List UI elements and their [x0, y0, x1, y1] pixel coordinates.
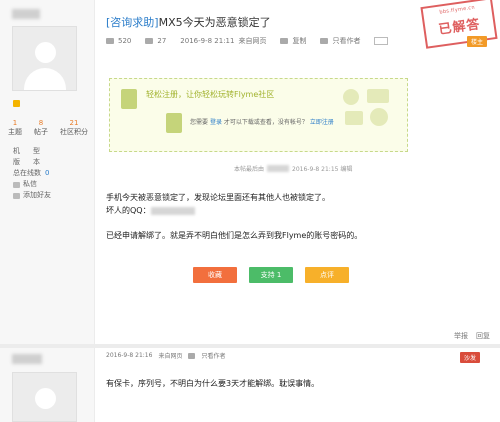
copy-icon [280, 38, 289, 44]
jump-floor-input[interactable] [374, 37, 389, 45]
lock-icon [121, 89, 137, 109]
author-icon [188, 352, 196, 359]
reply-author-only-link[interactable]: 只看作者 [201, 351, 225, 360]
report-link[interactable]: 举报 [454, 331, 468, 341]
reply-username-blurred[interactable] [12, 354, 42, 364]
stat-topics[interactable]: 1 主题 [8, 119, 22, 137]
level-icon [13, 100, 20, 107]
login-hint: 您需要 登录 才可以下载或查看，没有帐号？ 立即注册 [190, 119, 334, 126]
edit-note: 本帖最后由 2016-9-8 21:15 编辑 [234, 165, 353, 173]
copy-link[interactable]: 复制 [292, 36, 306, 46]
support-button[interactable]: 支持 1 [249, 267, 293, 283]
post-title: [咨询求助]MX5今天为恶意锁定了 [106, 16, 271, 29]
online-time: 总在线数 0 [13, 169, 50, 177]
login-headline[interactable]: 轻松注册，让你轻松玩转Flyme社区 [146, 89, 274, 100]
avatar[interactable] [12, 26, 77, 91]
post-divider [0, 344, 500, 348]
login-link[interactable]: 登录 [210, 119, 222, 126]
stat-posts[interactable]: 8 帖子 [34, 119, 48, 137]
views-icon [106, 38, 114, 44]
message-icon [13, 181, 20, 188]
user-sidebar: 1 主题 8 帖子 21 社区积分 机型 版本 总在线数 0 私信 添加好友 [0, 0, 95, 422]
register-link[interactable]: 立即注册 [310, 119, 334, 126]
stat-points[interactable]: 21 社区积分 [60, 119, 88, 137]
profile-row: 机型 [13, 147, 40, 155]
add-friend-icon [13, 192, 20, 199]
replies-icon [145, 38, 154, 44]
category-tag[interactable]: [咨询求助] [106, 16, 159, 29]
social-icons-decoration [343, 89, 389, 126]
message-link[interactable]: 私信 [13, 179, 65, 190]
username-blurred[interactable] [12, 9, 40, 19]
reply-avatar-head [35, 388, 56, 409]
favorite-button[interactable]: 收藏 [193, 267, 237, 283]
reply-content: 有保卡，序列号，不明白为什么要3天才能解绑。耽误事情。 [106, 379, 320, 388]
add-friend-link[interactable]: 添加好友 [13, 190, 65, 201]
rate-button[interactable]: 点评 [305, 267, 349, 283]
user-stats: 1 主题 8 帖子 21 社区积分 [8, 119, 88, 137]
profile-row: 版本 [13, 158, 40, 166]
avatar-body [23, 68, 66, 90]
floor-tag: 楼主 [466, 36, 487, 47]
reply-link[interactable]: 回复 [476, 331, 490, 341]
qq-blurred [150, 206, 195, 215]
qq-line: 坏人的QQ： [106, 204, 362, 217]
reply-avatar[interactable] [12, 372, 77, 422]
sofa-tag: 沙发 [459, 352, 480, 363]
reply-meta: 2016-9-8 21:16 来自网页 只看作者 [106, 351, 226, 360]
login-prompt-box: 轻松注册，让你轻松玩转Flyme社区 您需要 登录 才可以下载或查看，没有帐号？… [109, 78, 408, 152]
avatar-head [35, 42, 56, 63]
post-content: 手机今天被恶意锁定了，发现论坛里面还有其他人也被锁定了。 坏人的QQ： 已经申请… [106, 193, 363, 240]
lock-icon [166, 113, 182, 133]
author-only-link[interactable]: 只看作者 [332, 36, 360, 46]
post-footer-links: 举报 回复 [454, 331, 490, 341]
post-meta: 520 27 2016-9-8 21:11 来自网页 复制 只看作者 [106, 36, 389, 46]
user-profile: 机型 版本 总在线数 0 私信 添加好友 [13, 146, 65, 201]
post-action-buttons: 收藏 支持 1 点评 [193, 267, 349, 283]
author-icon [320, 38, 329, 44]
editor-name-blurred [267, 165, 290, 172]
